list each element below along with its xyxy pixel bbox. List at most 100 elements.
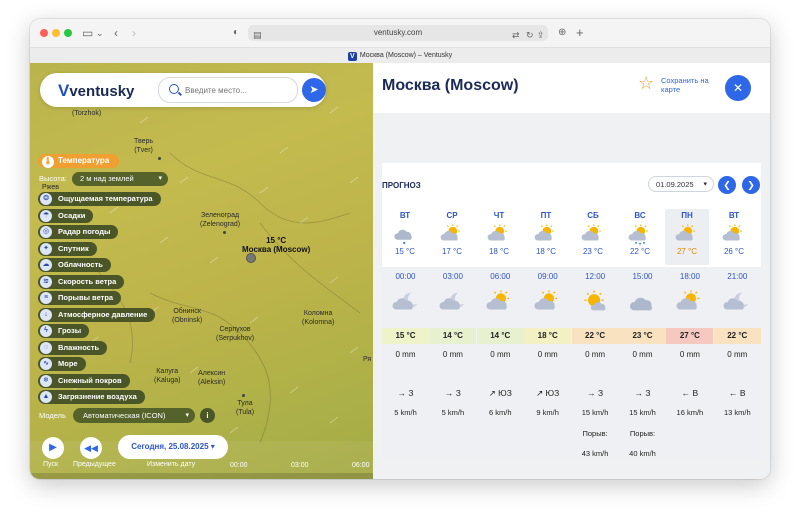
layer-temperature[interactable]: 🌡 Температура <box>38 154 120 168</box>
weather-map[interactable]: Vventusky ➤ (Torzhok) Тверь (Tver) Зелен… <box>30 63 373 479</box>
chevron-down-icon[interactable]: ⌄ <box>96 24 104 42</box>
model-select[interactable]: Автоматическая (ICON) ▾ <box>73 408 195 423</box>
close-icon: ✕ <box>732 81 744 95</box>
active-tab[interactable]: V Москва (Moscow) – Ventusky <box>30 48 770 64</box>
hour-gust-value: 40 km/h <box>629 449 656 458</box>
timeline-track[interactable] <box>30 473 373 479</box>
layer-air-pollution[interactable]: ▲ Загрязнение воздуха <box>38 390 145 404</box>
day-column[interactable]: СБ 23 °C <box>571 209 615 265</box>
moon-cloud-icon <box>392 292 417 310</box>
hour-gust-label: Порыв: <box>582 429 608 438</box>
forecast-panel: Москва (Moscow) ☆ Сохранить на карте ✕ П… <box>373 63 770 479</box>
city-label[interactable]: Тула (Tula) <box>236 399 254 417</box>
city-label[interactable]: Тверь (Tver) <box>134 137 153 155</box>
timeline-mark[interactable]: 06:00 <box>352 462 370 469</box>
layer-radar[interactable]: ◎ Радар погоды <box>38 225 119 239</box>
minimize-window-icon[interactable] <box>52 29 60 37</box>
layer-humidity[interactable]: ◌ Влажность <box>38 341 108 355</box>
search-input[interactable] <box>183 82 295 98</box>
close-window-icon[interactable] <box>40 29 48 37</box>
hour-wind-speed: 5 km/h <box>441 408 465 417</box>
layer-wind-speed[interactable]: ≋ Скорость ветра <box>38 275 125 289</box>
hour-wind-direction: ↗ ЮЗ <box>536 388 560 398</box>
cloud-icon: ☁ <box>40 259 52 271</box>
city-dot <box>223 231 226 234</box>
hour-wind-direction: → З <box>444 388 461 398</box>
hour-time: 03:00 <box>442 272 463 281</box>
layer-satellite[interactable]: ✦ Спутник <box>38 242 97 256</box>
day-column[interactable]: ВТ 26 °C <box>712 209 756 265</box>
hour-precip: 0 mm <box>537 350 558 359</box>
height-select[interactable]: 2 м над землей ▾ <box>72 172 168 186</box>
city-label[interactable]: Алексин (Aleksin) <box>198 369 225 387</box>
layer-pressure[interactable]: ↓ Атмосферное давление <box>38 308 156 322</box>
locate-button[interactable]: ➤ <box>302 78 326 102</box>
hour-temp: 14 °C <box>429 328 477 344</box>
layer-clouds[interactable]: ☁ Облачность <box>38 258 111 272</box>
download-icon[interactable]: ⊕ <box>558 24 566 42</box>
forward-icon[interactable]: › <box>132 24 136 42</box>
city-label[interactable]: Зеленоград (Zelenograd) <box>200 211 240 229</box>
day-column[interactable]: ВС 22 °C <box>618 209 662 265</box>
info-icon[interactable]: i <box>200 408 215 423</box>
share-icon[interactable]: ⇪ <box>537 26 545 44</box>
previous-button[interactable]: ◀◀ <box>80 437 102 459</box>
date-select[interactable]: 01.09.2025 ▾ <box>648 176 714 192</box>
day-column[interactable]: СР 17 °C <box>430 209 474 265</box>
rewind-icon: ◀◀ <box>84 443 98 453</box>
day-column[interactable]: ВТ 15 °C <box>383 209 427 265</box>
city-label[interactable]: Ржев <box>42 184 59 191</box>
layer-sea[interactable]: ∿ Море <box>38 357 86 371</box>
hour-temp: 23 °C <box>619 328 666 344</box>
play-button[interactable]: ▶ <box>42 437 64 459</box>
timeline-mark[interactable]: 00:00 <box>230 462 248 469</box>
day-column[interactable]: ЧТ 18 °C <box>477 209 521 265</box>
address-bar[interactable]: ▤ ventusky.com ⇄ ↻ ⇪ <box>248 25 548 41</box>
save-to-map-link[interactable]: Сохранить на карте <box>661 76 725 94</box>
prev-week-button[interactable]: ❮ <box>718 176 736 194</box>
model-label: Модель <box>39 411 66 420</box>
new-tab-icon[interactable]: + <box>576 24 584 42</box>
city-label[interactable]: Коломна (Kolomna) <box>302 309 334 327</box>
city-dot <box>158 157 161 160</box>
moscow-map-label[interactable]: 15 °C Москва (Moscow) <box>242 236 310 254</box>
star-icon[interactable]: ☆ <box>638 74 654 92</box>
ventusky-logo[interactable]: Vventusky <box>58 81 134 101</box>
day-column[interactable]: ПТ 18 °C <box>524 209 568 265</box>
hour-time: 06:00 <box>490 272 511 281</box>
city-label[interactable]: Серпухов (Serpukhov) <box>216 325 254 343</box>
city-label[interactable]: Обнинск (Obninsk) <box>172 307 202 325</box>
layer-thunderstorms[interactable]: ϟ Грозы <box>38 324 90 338</box>
radar-icon: ◎ <box>40 226 52 238</box>
moscow-marker[interactable] <box>246 253 256 263</box>
zoom-window-icon[interactable] <box>64 29 72 37</box>
reload-icon[interactable]: ↻ <box>526 26 534 44</box>
city-label[interactable]: Калуга (Kaluga) <box>154 367 180 385</box>
layer-snow[interactable]: ❄ Снежный покров <box>38 374 130 388</box>
day-temp: 27 °C <box>676 247 698 256</box>
next-week-button[interactable]: ❯ <box>742 176 760 194</box>
city-label[interactable]: Ря <box>363 355 371 364</box>
layer-feels-like[interactable]: ❂ Ощущаемая температура <box>38 192 161 206</box>
date-button[interactable]: Сегодня, 25.08.2025 ▾ <box>118 435 228 459</box>
privacy-icon[interactable]: ◐ <box>233 24 239 42</box>
rain-drops-icon: ☂ <box>40 210 52 222</box>
layer-wind-gusts[interactable]: ≡ Порывы ветра <box>38 291 122 305</box>
city-label[interactable]: (Torzhok) <box>72 109 101 118</box>
sidebar-toggle-icon[interactable]: ▭ <box>82 24 93 42</box>
close-panel-button[interactable]: ✕ <box>725 75 751 101</box>
day-temp: 22 °C <box>629 247 651 256</box>
translate-icon[interactable]: ⇄ <box>512 26 520 44</box>
hour-column: 06:00 14 °C 0 mm ↗ ЮЗ 6 km/h <box>476 267 524 458</box>
back-icon[interactable]: ‹ <box>114 24 118 42</box>
day-name: ВТ <box>399 211 411 220</box>
day-column[interactable]: ПН 27 °C <box>665 209 709 265</box>
tab-title: Москва (Moscow) – Ventusky <box>359 52 453 59</box>
day-name: ВС <box>634 211 646 220</box>
layer-precipitation[interactable]: ☂ Осадки <box>38 209 94 223</box>
search-box[interactable] <box>158 77 298 103</box>
day-temp: 18 °C <box>535 247 557 256</box>
timeline-mark[interactable]: 03:00 <box>291 462 309 469</box>
partly-cloudy-icon <box>581 224 601 241</box>
day-temp: 26 °C <box>723 247 745 256</box>
